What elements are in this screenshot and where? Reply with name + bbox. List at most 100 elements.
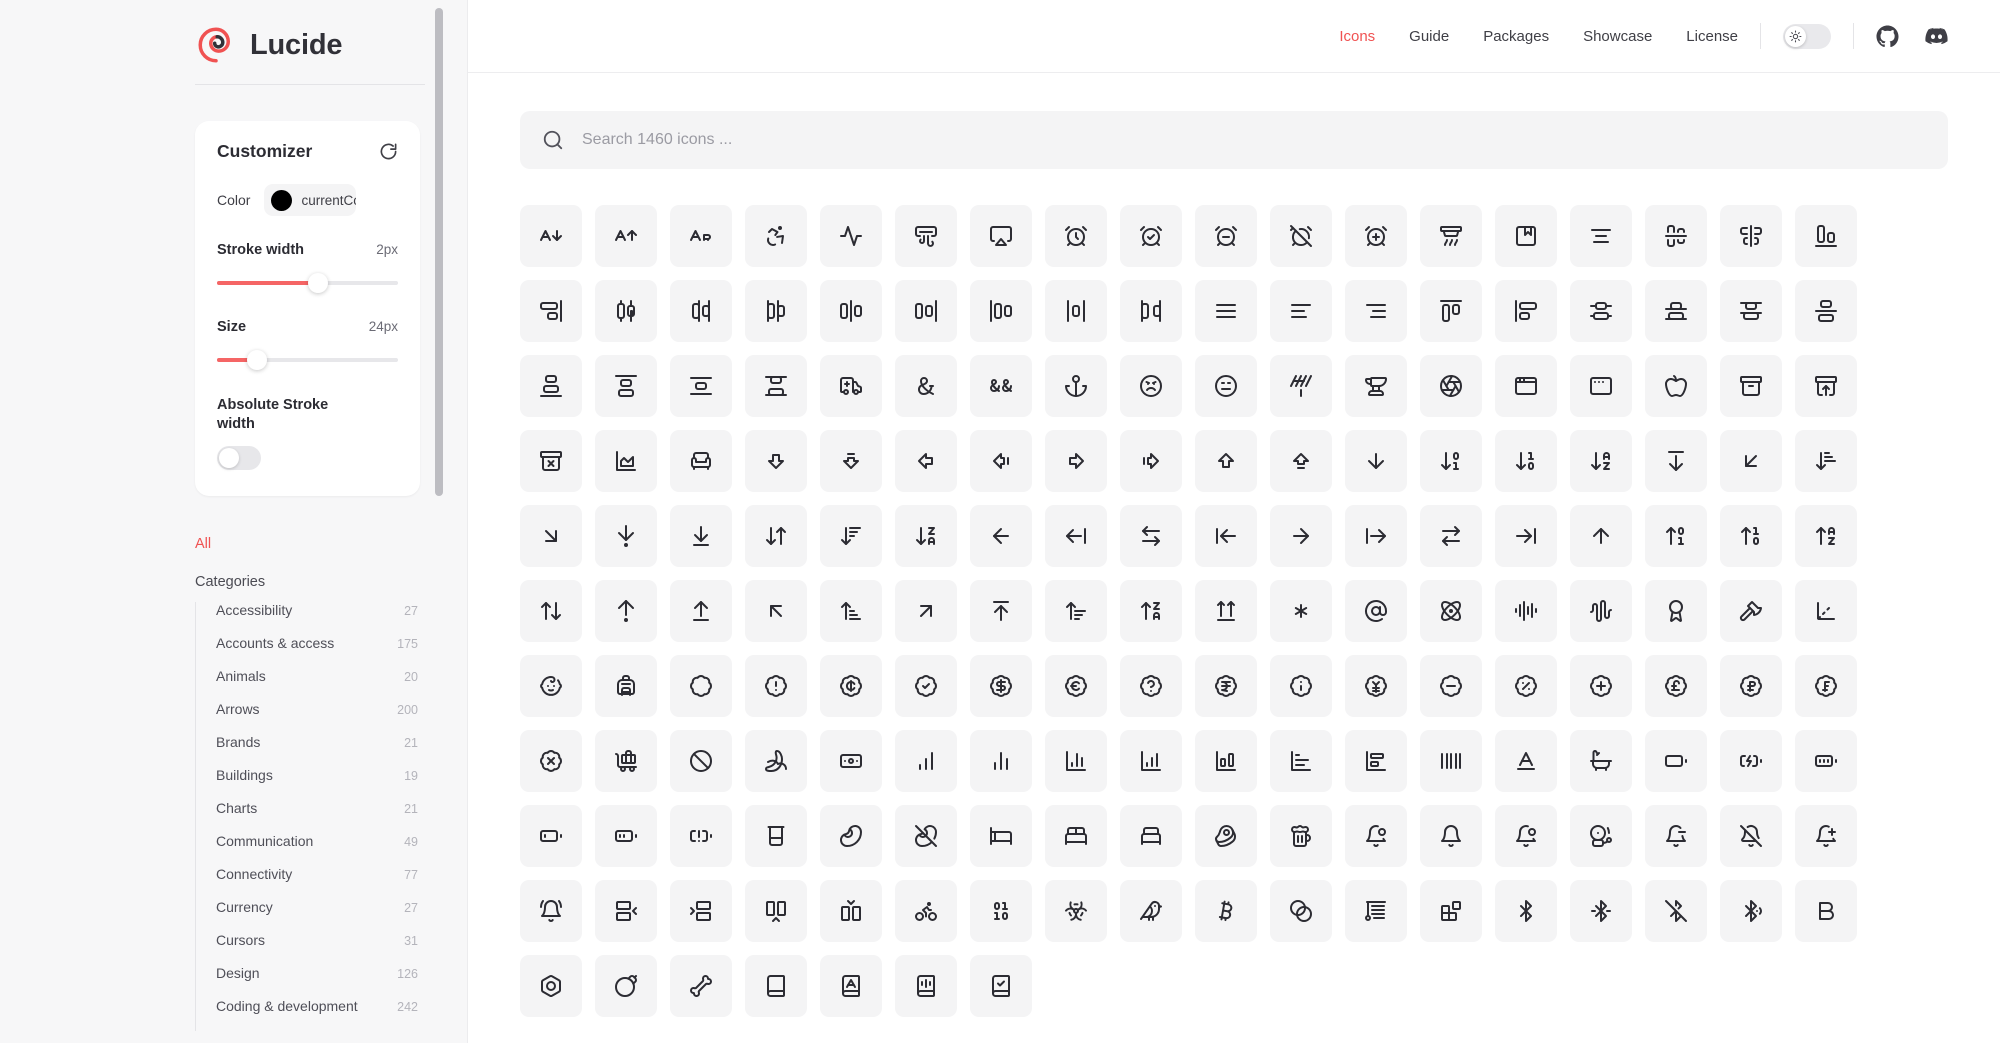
size-slider[interactable] (217, 350, 398, 370)
badge-pound-sterling-icon[interactable] (1645, 655, 1707, 717)
battery-low-icon[interactable] (520, 805, 582, 867)
backpack-icon[interactable] (595, 655, 657, 717)
badge-euro-icon[interactable] (1045, 655, 1107, 717)
baby-icon[interactable] (520, 655, 582, 717)
battery-medium-icon[interactable] (595, 805, 657, 867)
bed-double-icon[interactable] (1045, 805, 1107, 867)
bell-dot-2-icon[interactable] (1495, 805, 1557, 867)
bomb-icon[interactable] (595, 955, 657, 1017)
banknote-icon[interactable] (820, 730, 882, 792)
anchor-icon[interactable] (1045, 355, 1107, 417)
antenna-icon[interactable] (1270, 355, 1332, 417)
beer-icon[interactable] (1270, 805, 1332, 867)
alarm-clock-check-icon[interactable] (1120, 205, 1182, 267)
badge-alert-icon[interactable] (745, 655, 807, 717)
category-item[interactable]: Accessibility 27 (196, 602, 430, 635)
nav-item-icons[interactable]: Icons (1339, 28, 1375, 45)
align-justify-icon[interactable] (1195, 280, 1257, 342)
badge-icon[interactable] (670, 655, 732, 717)
arrow-down-0-1-icon[interactable] (1420, 430, 1482, 492)
arrow-up-right-icon[interactable] (895, 580, 957, 642)
category-item[interactable]: Accounts & access 175 (196, 635, 430, 668)
badge-minus-icon[interactable] (1420, 655, 1482, 717)
axe-icon[interactable] (1720, 580, 1782, 642)
align-horizontal-distribute-center-icon[interactable] (595, 280, 657, 342)
barcode-icon[interactable] (1420, 730, 1482, 792)
bone-icon[interactable] (670, 955, 732, 1017)
theme-toggle[interactable] (1783, 23, 1831, 49)
arrow-down-from-line-icon[interactable] (1645, 430, 1707, 492)
alarm-smoke-icon[interactable] (1420, 205, 1482, 267)
bluetooth-icon[interactable] (1495, 880, 1557, 942)
angry-icon[interactable] (1120, 355, 1182, 417)
category-item[interactable]: Connectivity 77 (196, 866, 430, 899)
battery-full-icon[interactable] (1795, 730, 1857, 792)
between-vertical-end-icon[interactable] (745, 880, 807, 942)
align-vertical-distribute-end-icon[interactable] (1645, 280, 1707, 342)
align-horizontal-distribute-end-icon[interactable] (670, 280, 732, 342)
arrow-big-right-dash-icon[interactable] (1120, 430, 1182, 492)
bed-single-icon[interactable] (1120, 805, 1182, 867)
aperture-icon[interactable] (1420, 355, 1482, 417)
arrow-right-icon[interactable] (1270, 505, 1332, 567)
bed-icon[interactable] (970, 805, 1032, 867)
ampersand-icon[interactable] (895, 355, 957, 417)
align-horizontal-justify-center-icon[interactable] (820, 280, 882, 342)
stroke-width-slider[interactable] (217, 273, 398, 293)
bell-ring-icon[interactable] (520, 880, 582, 942)
align-end-horizontal-icon[interactable] (1795, 205, 1857, 267)
bell-dot-icon[interactable] (1345, 805, 1407, 867)
arrow-left-to-line-icon[interactable] (1195, 505, 1257, 567)
badge-cent-icon[interactable] (820, 655, 882, 717)
arrow-big-down-dash-icon[interactable] (820, 430, 882, 492)
archive-restore-icon[interactable] (1795, 355, 1857, 417)
bluetooth-searching-icon[interactable] (1720, 880, 1782, 942)
ban-icon[interactable] (670, 730, 732, 792)
badge-dollar-sign-icon[interactable] (970, 655, 1032, 717)
arrow-up-left-icon[interactable] (745, 580, 807, 642)
a-large-small-icon[interactable] (670, 205, 732, 267)
alarm-clock-off-icon[interactable] (1270, 205, 1332, 267)
area-chart-icon[interactable] (595, 430, 657, 492)
bell-minus-icon[interactable] (1645, 805, 1707, 867)
anvil-icon[interactable] (1345, 355, 1407, 417)
badge-x-icon[interactable] (520, 730, 582, 792)
at-sign-icon[interactable] (1345, 580, 1407, 642)
blend-icon[interactable] (1270, 880, 1332, 942)
a-arrow-up-icon[interactable] (595, 205, 657, 267)
biohazard-icon[interactable] (1045, 880, 1107, 942)
arrow-big-right-icon[interactable] (1045, 430, 1107, 492)
align-vertical-space-around-icon[interactable] (670, 355, 732, 417)
badge-russian-ruble-icon[interactable] (1720, 655, 1782, 717)
beef-icon[interactable] (1195, 805, 1257, 867)
align-horizontal-space-around-icon[interactable] (1045, 280, 1107, 342)
audio-lines-icon[interactable] (1495, 580, 1557, 642)
arrow-up-from-line-icon[interactable] (670, 580, 732, 642)
badge-percent-icon[interactable] (1495, 655, 1557, 717)
bath-icon[interactable] (1570, 730, 1632, 792)
bar-chart-big-icon[interactable] (1195, 730, 1257, 792)
blinds-icon[interactable] (1345, 880, 1407, 942)
bolt-icon[interactable] (520, 955, 582, 1017)
arrow-up-from-dot-icon[interactable] (595, 580, 657, 642)
binary-icon[interactable] (970, 880, 1032, 942)
airplay-icon[interactable] (970, 205, 1032, 267)
arrow-down-left-icon[interactable] (1720, 430, 1782, 492)
github-icon[interactable] (1876, 24, 1899, 48)
category-item[interactable]: Cursors 31 (196, 932, 430, 965)
bird-icon[interactable] (1120, 880, 1182, 942)
arrow-up-icon[interactable] (1570, 505, 1632, 567)
book-a-icon[interactable] (820, 955, 882, 1017)
stroke-width-slider-knob[interactable] (308, 273, 329, 293)
badge-indian-rupee-icon[interactable] (1195, 655, 1257, 717)
align-horizontal-space-between-icon[interactable] (1120, 280, 1182, 342)
category-item[interactable]: Charts 21 (196, 800, 430, 833)
sidebar-item-all[interactable]: All (195, 536, 467, 552)
arrow-right-to-line-icon[interactable] (1495, 505, 1557, 567)
bell-icon[interactable] (1420, 805, 1482, 867)
accessibility-icon[interactable] (745, 205, 807, 267)
bell-plus-icon[interactable] (1795, 805, 1857, 867)
arrow-left-right-icon[interactable] (1120, 505, 1182, 567)
badge-plus-icon[interactable] (1570, 655, 1632, 717)
sidebar-scrollbar-thumb[interactable] (435, 8, 443, 496)
